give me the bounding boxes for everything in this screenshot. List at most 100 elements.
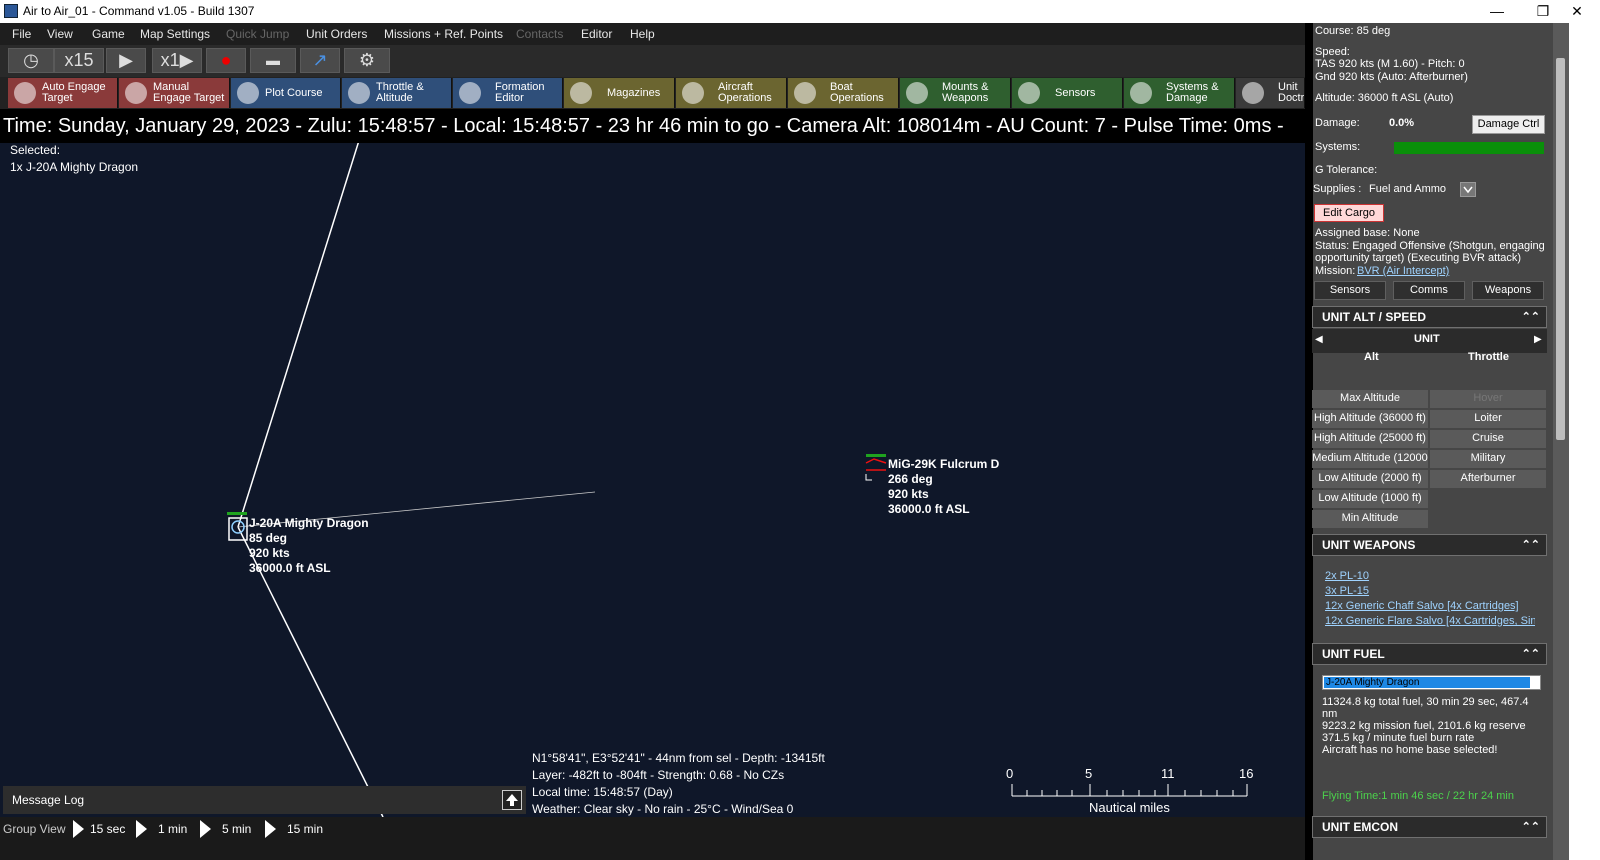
alt-min-button[interactable]: Min Altitude — [1312, 510, 1428, 528]
alt-high-25000-button[interactable]: High Altitude (25000 ft) — [1312, 430, 1428, 448]
throttle-icon — [348, 82, 370, 104]
formation-editor-button[interactable]: Formation Editor — [453, 78, 563, 108]
collapse-chevron-icon[interactable]: ⌃⌃ — [1522, 535, 1540, 555]
weapons-section-header[interactable]: UNIT WEAPONS ⌃⌃ — [1312, 534, 1547, 556]
altitude-text: Altitude: 36000 ft ASL (Auto) — [1315, 92, 1454, 104]
step-arrow-icon[interactable] — [200, 820, 211, 838]
weapons-tab[interactable]: Weapons — [1472, 281, 1544, 300]
speed-step-display[interactable]: x1▶ — [152, 48, 202, 73]
tb-label-line2: Target — [42, 92, 73, 104]
clock-icon[interactable]: ◷ — [8, 48, 54, 73]
aircraft-operations-button[interactable]: Aircraft Operations — [676, 78, 787, 108]
record-icon[interactable]: ● — [206, 48, 246, 73]
mission-link[interactable]: BVR (Air Intercept) — [1357, 265, 1449, 277]
unit-doctrine-button[interactable]: Unit Doctr — [1236, 78, 1305, 108]
menu-quick-jump[interactable]: Quick Jump — [226, 27, 289, 41]
step-arrow-icon[interactable] — [265, 820, 276, 838]
menu-unit-orders[interactable]: Unit Orders — [306, 27, 367, 41]
step-arrow-icon[interactable] — [136, 820, 147, 838]
supplies-select[interactable]: Fuel and Ammo — [1369, 183, 1446, 195]
boat-operations-button[interactable]: Boat Operations — [788, 78, 899, 108]
chevron-down-icon[interactable] — [1460, 182, 1476, 197]
emcon-section-header[interactable]: UNIT EMCON ⌃⌃ — [1312, 816, 1547, 838]
step-arrow-icon[interactable] — [73, 820, 84, 838]
throttle-military-button[interactable]: Military — [1430, 450, 1546, 468]
contact-health-bar — [866, 454, 886, 457]
own-unit-label[interactable]: J-20A Mighty Dragon 85 deg 920 kts 36000… — [249, 516, 369, 576]
time-compression-display[interactable]: x15 — [54, 48, 104, 73]
boat-icon — [794, 82, 816, 104]
menu-file[interactable]: File — [12, 27, 31, 41]
collapse-chevron-icon[interactable]: ⌃⌃ — [1522, 817, 1540, 837]
alt-low-2000-button[interactable]: Low Altitude (2000 ft) — [1312, 470, 1428, 488]
menu-help[interactable]: Help — [630, 27, 655, 41]
sensors-button[interactable]: Sensors — [1012, 78, 1123, 108]
systems-status-bar — [1394, 142, 1544, 154]
alt-medium-button[interactable]: Medium Altitude (12000 — [1312, 450, 1428, 468]
alt-high-36000-button[interactable]: High Altitude (36000 ft) — [1312, 410, 1428, 428]
close-button[interactable]: ✕ — [1554, 0, 1600, 23]
damage-control-button[interactable]: Damage Ctrl — [1472, 115, 1545, 134]
message-log-bar[interactable]: Message Log — [3, 786, 526, 814]
next-arrow-icon[interactable]: ▶ — [1534, 334, 1542, 345]
menu-missions[interactable]: Missions + Ref. Points — [384, 27, 503, 41]
collapse-chevron-icon[interactable]: ⌃⌃ — [1522, 307, 1540, 327]
throttle-cruise-button[interactable]: Cruise — [1430, 430, 1546, 448]
alt-max-button[interactable]: Max Altitude — [1312, 390, 1428, 408]
g-tolerance-label: G Tolerance: — [1315, 164, 1378, 176]
supplies-label: Supplies : — [1313, 183, 1362, 195]
sensors-tab[interactable]: Sensors — [1314, 281, 1386, 300]
step-15-min[interactable]: 15 min — [287, 822, 323, 836]
assigned-base-text: Assigned base: None — [1315, 227, 1420, 239]
manual-engage-button[interactable]: Manual Engage Target — [119, 78, 230, 108]
systems-damage-button[interactable]: Systems & Damage — [1124, 78, 1235, 108]
menu-map-settings[interactable]: Map Settings — [140, 27, 210, 41]
tb-label: Auto Engage Target — [42, 82, 106, 104]
camera-icon[interactable]: ▬ — [250, 48, 296, 73]
tactical-map[interactable]: Selected: 1x J-20A Mighty Dragon J-20A M… — [0, 109, 1305, 817]
weapon-item[interactable]: 12x Generic Flare Salvo [4x Cartridges, … — [1325, 615, 1535, 627]
menu-game[interactable]: Game — [92, 27, 125, 41]
throttle-afterburner-button[interactable]: Afterburner — [1430, 470, 1546, 488]
magazines-button[interactable]: Magazines — [564, 78, 675, 108]
throttle-altitude-button[interactable]: Throttle & Altitude — [342, 78, 452, 108]
collapse-chevron-icon[interactable]: ⌃⌃ — [1522, 644, 1540, 664]
scrollbar-thumb[interactable] — [1556, 58, 1565, 440]
weapon-item[interactable]: 12x Generic Chaff Salvo [4x Cartridges] — [1325, 600, 1519, 612]
prev-arrow-icon[interactable]: ◀ — [1315, 334, 1323, 345]
tb-label: Magazines — [607, 87, 661, 99]
alt-low-1000-button[interactable]: Low Altitude (1000 ft) — [1312, 490, 1428, 508]
weapon-item[interactable]: 2x PL-10 — [1325, 570, 1369, 582]
alt-speed-section-header[interactable]: UNIT ALT / SPEED ⌃⌃ — [1312, 306, 1547, 328]
contact-hostile-icon[interactable] — [865, 458, 887, 471]
tb-label: Sensors — [1055, 87, 1096, 99]
step-5-min[interactable]: 5 min — [222, 822, 251, 836]
step-15-sec[interactable]: 15 sec — [90, 822, 125, 836]
contact-label[interactable]: MiG-29K Fulcrum D 266 deg 920 kts 36000.… — [888, 457, 999, 517]
menu-editor[interactable]: Editor — [581, 27, 612, 41]
contact-name: MiG-29K Fulcrum D — [888, 457, 1000, 471]
weapon-item[interactable]: 3x PL-15 — [1325, 585, 1369, 597]
play-icon[interactable]: ▶ — [106, 48, 146, 73]
status-text-2: opportunity target) (Executing BVR attac… — [1315, 252, 1522, 264]
cursor-layer: Layer: -482ft to -804ft - Strength: 0.68… — [532, 768, 785, 782]
contact-speed: 920 kts — [888, 487, 929, 501]
menu-contacts[interactable]: Contacts — [516, 27, 563, 41]
fuel-section-header[interactable]: UNIT FUEL ⌃⌃ — [1312, 643, 1547, 665]
step-1-min[interactable]: 1 min — [158, 822, 187, 836]
panel-scrollbar[interactable] — [1553, 23, 1569, 860]
tb-label: Manual Engage Target — [153, 82, 224, 104]
throttle-hover-button[interactable]: Hover — [1430, 390, 1546, 408]
plot-course-button[interactable]: Plot Course — [231, 78, 341, 108]
throttle-loiter-button[interactable]: Loiter — [1430, 410, 1546, 428]
comms-tab[interactable]: Comms — [1393, 281, 1465, 300]
settings-gear-icon[interactable]: ⚙ — [344, 48, 390, 73]
auto-engage-button[interactable]: Auto Engage Target — [8, 78, 118, 108]
edit-cargo-button[interactable]: Edit Cargo — [1314, 204, 1384, 222]
expand-up-icon[interactable] — [502, 790, 522, 810]
menu-view[interactable]: View — [47, 27, 73, 41]
mounts-weapons-button[interactable]: Mounts & Weapons — [900, 78, 1011, 108]
minimize-button[interactable]: — — [1474, 0, 1520, 23]
jump-icon[interactable]: ↗ — [300, 48, 340, 73]
alt-speed-header: ◀ UNIT ▶ — [1312, 329, 1547, 353]
